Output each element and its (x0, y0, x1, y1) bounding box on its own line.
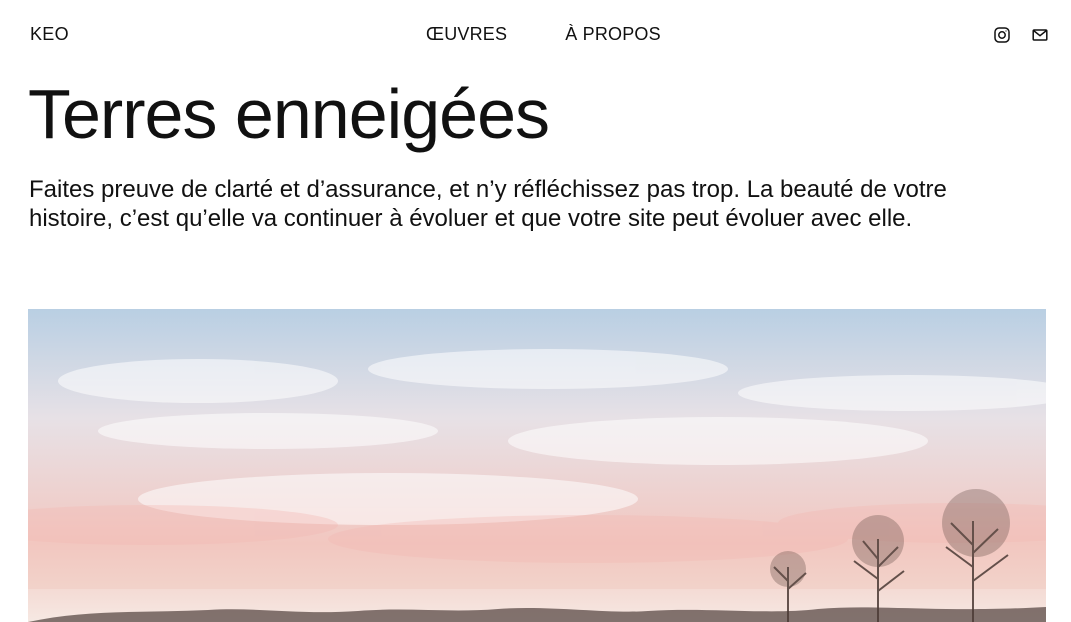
hero-image (28, 309, 1046, 622)
nav-item-a-propos[interactable]: À PROPOS (565, 24, 661, 45)
intro-text: Faites preuve de clarté et d’assurance, … (29, 176, 947, 232)
instagram-icon[interactable] (993, 26, 1011, 44)
page-title: Terres enneigées (28, 75, 550, 153)
email-icon[interactable] (1031, 26, 1049, 44)
main-nav: ŒUVRES À PROPOS (426, 24, 661, 45)
site-logo[interactable]: KEO (30, 24, 69, 45)
site-header: KEO ŒUVRES À PROPOS (0, 0, 1071, 72)
nav-item-oeuvres[interactable]: ŒUVRES (426, 24, 507, 45)
social-links (993, 26, 1049, 44)
